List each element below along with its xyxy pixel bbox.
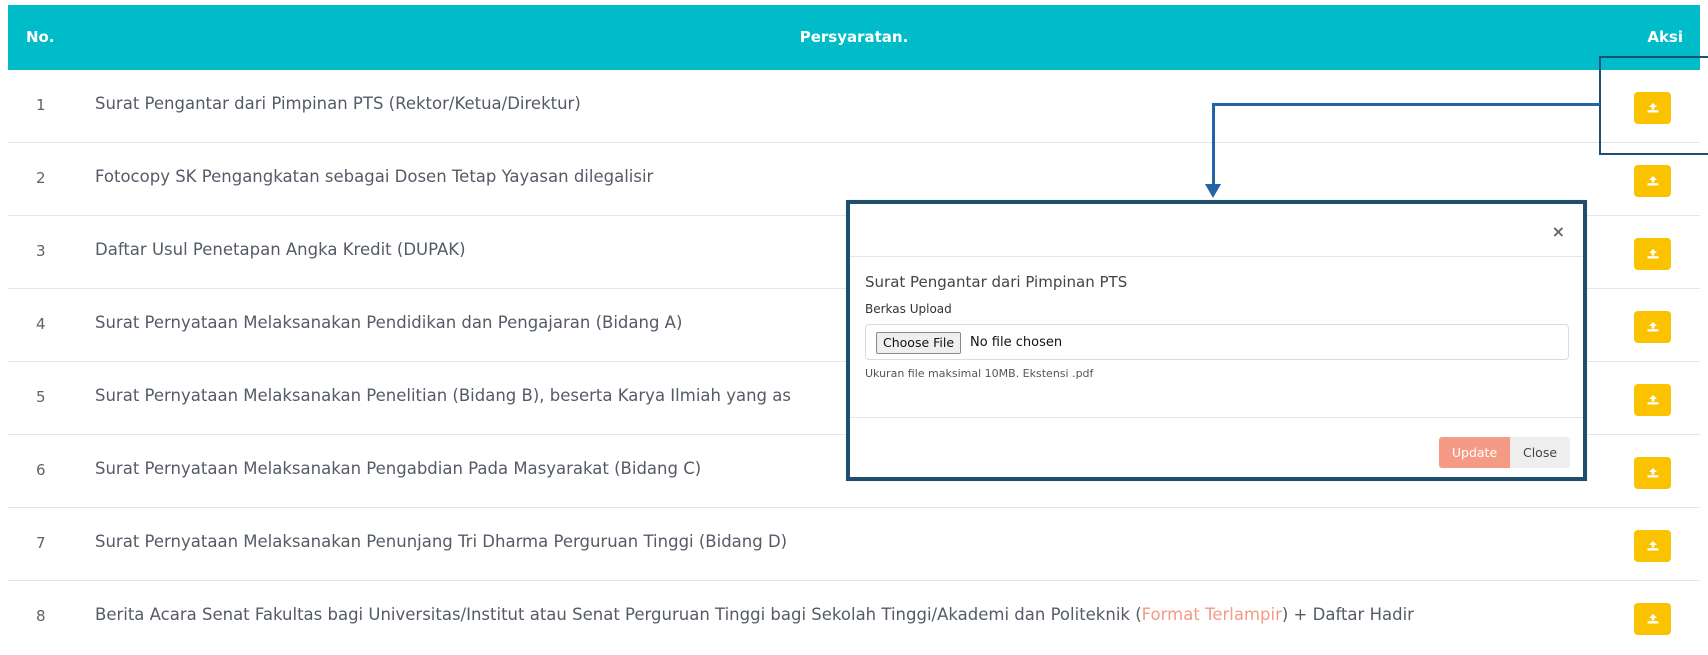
annotation-arrow-vertical [1212,103,1215,188]
row-number: 3 [36,242,46,260]
upload-icon [1647,541,1658,551]
annotation-highlight-box [1599,56,1708,155]
column-header-requirement: Persyaratan. [799,28,909,46]
table-row: 7 Surat Pernyataan Melaksanakan Penunjan… [8,508,1700,581]
row-number: 5 [36,388,46,406]
close-button[interactable]: Close [1510,437,1570,468]
update-button[interactable]: Update [1439,437,1510,468]
column-header-action: Aksi [1647,28,1683,46]
row-requirement: Surat Pernyataan Melaksanakan Penelitian… [95,386,791,405]
upload-button[interactable] [1634,530,1671,562]
format-link[interactable]: Format Terlampir [1142,605,1282,624]
row-number: 7 [36,534,46,552]
upload-icon [1647,395,1658,405]
file-status-text: No file chosen [970,335,1063,350]
table-header: No. Persyaratan. Aksi [8,5,1700,70]
annotation-tick [1660,153,1708,155]
annotation-arrow-horizontal [1212,103,1600,106]
modal-title: Surat Pengantar dari Pimpinan PTS [865,273,1128,291]
modal-close-icon[interactable]: × [1552,222,1565,241]
row-number: 4 [36,315,46,333]
upload-button[interactable] [1634,165,1671,197]
file-field-label: Berkas Upload [865,302,952,316]
row-requirement: Fotocopy SK Pengangkatan sebagai Dosen T… [95,167,654,186]
row-requirement-text-after: ) + Daftar Hadir [1281,605,1414,624]
file-input[interactable]: Choose File No file chosen [865,324,1569,360]
row-requirement: Surat Pernyataan Melaksanakan Penunjang … [95,532,788,551]
upload-icon [1647,176,1658,186]
annotation-arrow-head-icon [1205,184,1221,198]
row-number: 6 [36,461,46,479]
upload-icon [1647,322,1658,332]
row-requirement: Surat Pernyataan Melaksanakan Pengabdian… [95,459,702,478]
upload-button[interactable] [1634,238,1671,270]
modal-header-divider [850,256,1583,257]
file-help-text: Ukuran file maksimal 10MB. Ekstensi .pdf [865,367,1094,380]
table-row: 8 Berita Acara Senat Fakultas bagi Unive… [8,581,1700,654]
upload-button[interactable] [1634,384,1671,416]
upload-modal: × Surat Pengantar dari Pimpinan PTS Berk… [846,200,1587,481]
table-row: 1 Surat Pengantar dari Pimpinan PTS (Rek… [8,70,1700,143]
row-requirement: Berita Acara Senat Fakultas bagi Univers… [95,605,1414,624]
upload-icon [1647,249,1658,259]
upload-icon [1647,614,1658,624]
row-requirement-text-before: Berita Acara Senat Fakultas bagi Univers… [95,605,1142,624]
upload-icon [1647,468,1658,478]
row-number: 1 [36,96,46,114]
upload-button[interactable] [1634,457,1671,489]
row-number: 2 [36,169,46,187]
modal-footer-divider [850,417,1583,418]
upload-button[interactable] [1634,311,1671,343]
upload-button[interactable] [1634,603,1671,635]
row-number: 8 [36,607,46,625]
row-requirement: Daftar Usul Penetapan Angka Kredit (DUPA… [95,240,466,259]
row-requirement: Surat Pernyataan Melaksanakan Pendidikan… [95,313,683,332]
choose-file-button[interactable]: Choose File [876,332,962,354]
row-requirement: Surat Pengantar dari Pimpinan PTS (Rekto… [95,94,581,113]
